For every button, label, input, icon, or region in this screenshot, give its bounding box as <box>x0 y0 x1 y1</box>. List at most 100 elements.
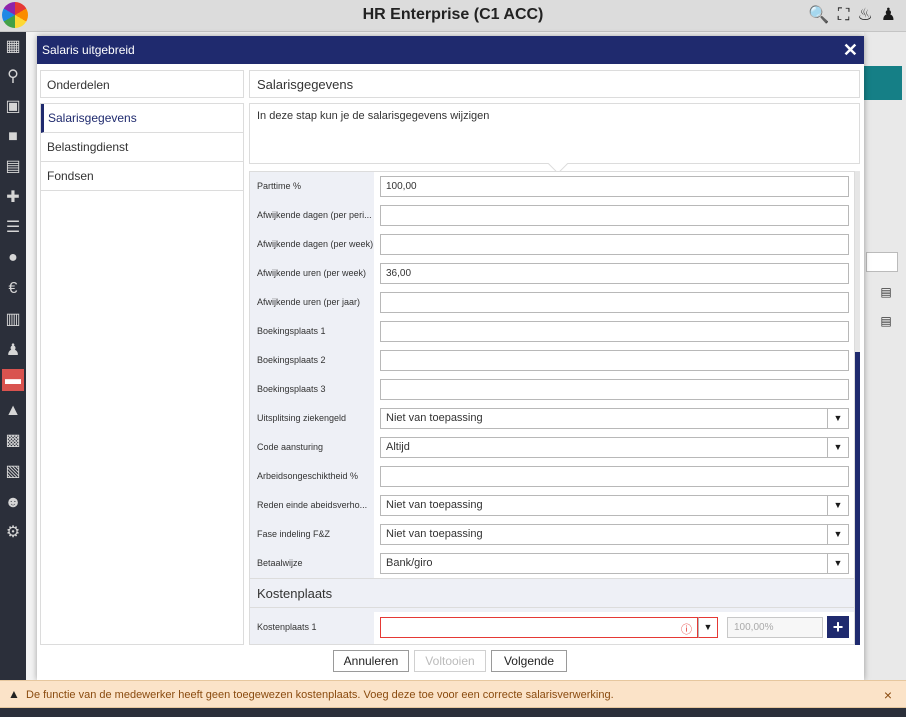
form-row-boekingsplaats-2: Boekingsplaats 2 <box>250 346 854 375</box>
bell-icon[interactable]: ♨ <box>858 5 873 25</box>
step-nav: Salarisgegevens Belastingdienst Fondsen <box>40 103 244 645</box>
chevron-down-icon[interactable]: ▼ <box>827 496 848 515</box>
app-title: HR Enterprise (C1 ACC) <box>362 6 544 23</box>
chevron-down-icon[interactable]: ▼ <box>827 554 848 573</box>
field-label: Parttime % <box>257 181 302 191</box>
afwijkende-dagen-week-input[interactable] <box>380 234 849 255</box>
boekingsplaats-2-input[interactable] <box>380 350 849 371</box>
reden-einde-select[interactable]: Niet van toepassing ▼ <box>380 495 849 516</box>
add-kostenplaats-button[interactable]: + <box>827 616 849 638</box>
select-value: Niet van toepassing <box>386 412 483 424</box>
uitsplitsing-ziekengeld-select[interactable]: Niet van toepassing ▼ <box>380 408 849 429</box>
field-label: Afwijkende uren (per jaar) <box>257 297 361 307</box>
form-row-reden-einde: Reden einde abeidsverho... Niet van toep… <box>250 491 854 520</box>
finish-button[interactable]: Voltooien <box>414 650 486 672</box>
fase-indeling-select[interactable]: Niet van toepassing ▼ <box>380 524 849 545</box>
info-text: In deze stap kun je de salarisgegevens w… <box>257 110 490 122</box>
org-icon[interactable]: ▣ <box>2 96 24 118</box>
kostenplaats-heading: Kostenplaats <box>250 578 854 608</box>
person-icon[interactable]: ♟ <box>2 340 24 362</box>
field-label: Code aansturing <box>257 442 324 452</box>
form-row-boekingsplaats-1: Boekingsplaats 1 <box>250 317 854 346</box>
afwijkende-uren-week-input[interactable]: 36,00 <box>380 263 849 284</box>
chevron-down-icon[interactable]: ▼ <box>827 438 848 457</box>
search-icon[interactable]: ⚲ <box>2 66 24 88</box>
kostenplaats-input[interactable]: ⓘ <box>380 617 698 638</box>
background-header-band <box>864 66 902 100</box>
medical-icon[interactable]: ✚ <box>2 187 24 209</box>
nav-heading: Onderdelen <box>40 70 244 98</box>
kostenplaats-percentage-input[interactable]: 100,00% <box>727 617 823 638</box>
money-bag-icon[interactable]: ● <box>2 247 24 269</box>
calendar-icon: ▤ <box>880 314 892 328</box>
select-value: Niet van toepassing <box>386 499 483 511</box>
calendar-icon: ▤ <box>880 285 892 299</box>
background-field <box>866 252 898 272</box>
select-value: Altijd <box>386 441 410 453</box>
warning-text: De functie van de medewerker heeft geen … <box>26 689 614 701</box>
hand-user-icon[interactable]: ☻ <box>2 492 24 514</box>
nav-item-fondsen[interactable]: Fondsen <box>41 162 243 191</box>
chevron-down-icon[interactable]: ▼ <box>698 617 718 638</box>
salary-form: Parttime % 100,00 Afwijkende dagen (per … <box>249 171 855 645</box>
arbeidsongeschiktheid-input[interactable] <box>380 466 849 487</box>
file-icon[interactable]: ▧ <box>2 461 24 483</box>
afwijkende-uren-jaar-input[interactable] <box>380 292 849 313</box>
background-panel <box>864 32 906 680</box>
modal-title: Salaris uitgebreid <box>42 43 135 57</box>
afwijkende-dagen-periode-input[interactable] <box>380 205 849 226</box>
report-icon[interactable]: ☰ <box>2 217 24 239</box>
chevron-down-icon[interactable]: ▼ <box>827 409 848 428</box>
warning-bar: ▲ De functie van de medewerker heeft gee… <box>0 680 906 708</box>
chevron-down-icon[interactable]: ▼ <box>827 525 848 544</box>
form-row-boekingsplaats-3: Boekingsplaats 3 <box>250 375 854 404</box>
error-icon: ⓘ <box>681 624 692 636</box>
dashboard-icon[interactable]: ▦ <box>2 36 24 58</box>
field-label: Uitsplitsing ziekengeld <box>257 413 347 423</box>
nav-item-salarisgegevens[interactable]: Salarisgegevens <box>41 104 243 133</box>
search-user-icon[interactable]: 🔍 <box>808 5 829 25</box>
form-row-afwijkende-uren-jaar: Afwijkende uren (per jaar) <box>250 288 854 317</box>
form-row-afwijkende-dagen-week: Afwijkende dagen (per week) <box>250 230 854 259</box>
info-box: In deze stap kun je de salarisgegevens w… <box>249 103 860 164</box>
user-icon[interactable]: ♟ <box>881 5 896 25</box>
modal-header: Salaris uitgebreid ✕ <box>37 36 864 64</box>
boekingsplaats-1-input[interactable] <box>380 321 849 342</box>
field-label: Fase indeling F&Z <box>257 529 331 539</box>
field-label: Afwijkende dagen (per week) <box>257 239 374 249</box>
schedule-icon[interactable]: ▥ <box>2 309 24 331</box>
field-label: Afwijkende dagen (per peri... <box>257 210 372 220</box>
code-aansturing-select[interactable]: Altijd ▼ <box>380 437 849 458</box>
select-value: Niet van toepassing <box>386 528 483 540</box>
document-icon[interactable]: ▩ <box>2 430 24 452</box>
field-label: Afwijkende uren (per week) <box>257 268 367 278</box>
form-row-afwijkende-dagen-periode: Afwijkende dagen (per peri... <box>250 201 854 230</box>
form-row-code-aansturing: Code aansturing Altijd ▼ <box>250 433 854 462</box>
team-icon[interactable]: ⛶ <box>838 5 850 25</box>
calendar-icon[interactable]: ▤ <box>2 156 24 178</box>
form-row-fase-indeling: Fase indeling F&Z Niet van toepassing ▼ <box>250 520 854 549</box>
close-icon[interactable]: ✕ <box>843 39 858 61</box>
euro-icon[interactable]: € <box>2 278 24 300</box>
form-row-kostenplaats-1: Kostenplaats 1 ⓘ ▼ 100,00% + <box>250 612 854 644</box>
field-label: Boekingsplaats 2 <box>257 355 326 365</box>
form-row-uitsplitsing-ziekengeld: Uitsplitsing ziekengeld Niet van toepass… <box>250 404 854 433</box>
parttime-input[interactable]: 100,00 <box>380 176 849 197</box>
cancel-button[interactable]: Annuleren <box>333 650 409 672</box>
salary-icon[interactable]: ▬ <box>2 369 24 391</box>
close-icon[interactable]: × <box>884 687 892 703</box>
bottom-strip <box>0 708 906 717</box>
folder-icon[interactable]: ■ <box>2 126 24 148</box>
next-button[interactable]: Volgende <box>491 650 567 672</box>
form-scrollbar-thumb[interactable] <box>855 352 860 645</box>
bank-icon[interactable]: ▲ <box>2 400 24 422</box>
warning-icon: ▲ <box>8 687 20 701</box>
settings-icon[interactable]: ⚙ <box>2 522 24 544</box>
nav-item-belastingdienst[interactable]: Belastingdienst <box>41 133 243 162</box>
betaalwijze-select[interactable]: Bank/giro ▼ <box>380 553 849 574</box>
form-row-afwijkende-uren-week: Afwijkende uren (per week) 36,00 <box>250 259 854 288</box>
field-label: Boekingsplaats 1 <box>257 326 326 336</box>
field-label: Arbeidsongeschiktheid % <box>257 471 359 481</box>
boekingsplaats-3-input[interactable] <box>380 379 849 400</box>
salary-modal: Salaris uitgebreid ✕ Onderdelen Salarisg… <box>37 36 864 680</box>
